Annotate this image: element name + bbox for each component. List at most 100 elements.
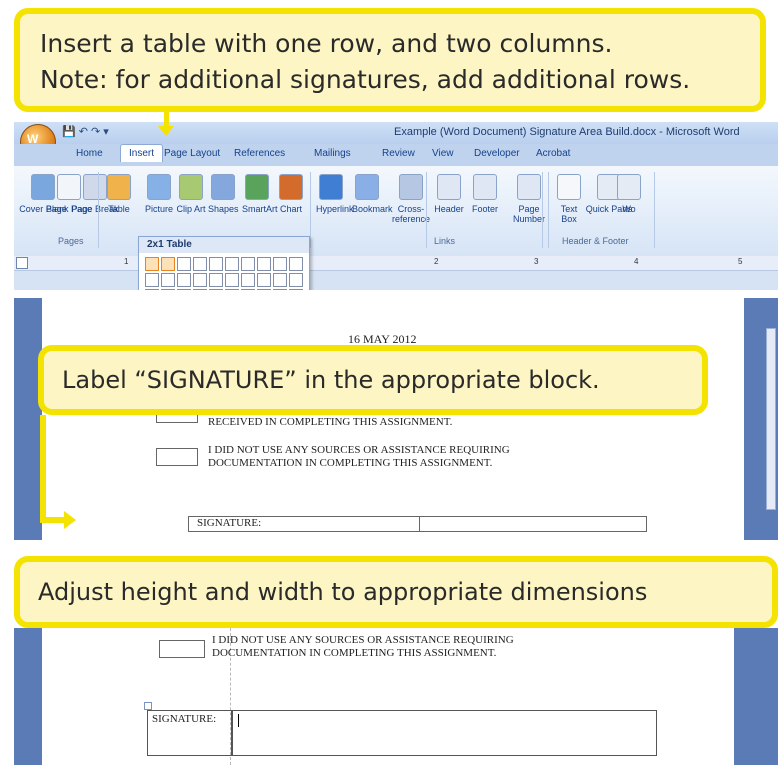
checkbox-no-sources[interactable] xyxy=(159,640,205,658)
table-grid-cell[interactable] xyxy=(257,289,271,290)
table-grid-cell[interactable] xyxy=(161,273,175,287)
table-move-handle-icon[interactable] xyxy=(144,702,152,710)
callout-line-2: Note: for additional signatures, add add… xyxy=(40,65,691,94)
table-icon xyxy=(107,174,131,200)
table-grid-cell[interactable] xyxy=(225,257,239,271)
smartart-button[interactable]: SmartArt xyxy=(242,174,278,214)
header-button[interactable]: Header xyxy=(434,174,464,214)
vertical-scrollbar[interactable] xyxy=(766,328,776,510)
quick-access-toolbar[interactable]: 💾 ↶ ↷ ▾ xyxy=(62,125,109,138)
table-grid-cell[interactable] xyxy=(225,273,239,287)
tab-review[interactable]: Review xyxy=(382,148,415,159)
signature-label: SIGNATURE: xyxy=(197,517,262,529)
ribbon-button-label: Picture xyxy=(144,204,173,214)
tab-page-layout[interactable]: Page Layout xyxy=(164,148,220,159)
table-grid-cell[interactable] xyxy=(209,257,223,271)
table-grid-cell[interactable] xyxy=(289,257,303,271)
ribbon-separator xyxy=(548,172,549,248)
ribbon-button-label: Cross-reference xyxy=(391,204,431,224)
hyperlink-button[interactable]: Hyperlink xyxy=(316,174,354,214)
signature-blank-cell[interactable] xyxy=(231,710,657,756)
no-sources-statement: I DID NOT USE ANY SOURCES OR ASSISTANCE … xyxy=(212,634,514,659)
tab-view[interactable]: View xyxy=(432,148,454,159)
signature-label-cell[interactable]: SIGNATURE: xyxy=(147,710,233,756)
table-grid-cell[interactable] xyxy=(161,257,175,271)
table-grid-cell[interactable] xyxy=(273,289,287,290)
ribbon-button-label: Clip Art xyxy=(176,204,206,214)
arrow-head-icon xyxy=(64,511,76,529)
left-margin-area xyxy=(14,628,42,765)
table-grid-cell[interactable] xyxy=(241,257,255,271)
ribbon-button-label: SmartArt xyxy=(242,204,278,214)
callout-line-1: Insert a table with one row, and two col… xyxy=(40,29,613,58)
signature-label-cell[interactable]: SIGNATURE: xyxy=(188,516,420,532)
shapes-button[interactable]: Shapes xyxy=(208,174,239,214)
shapes-icon xyxy=(211,174,235,200)
table-grid-cell[interactable] xyxy=(241,273,255,287)
table-button[interactable]: Table xyxy=(104,174,134,214)
tab-selector-icon[interactable] xyxy=(16,257,28,269)
table-grid-cell[interactable] xyxy=(177,289,191,290)
table-grid-cell[interactable] xyxy=(289,289,303,290)
tab-developer[interactable]: Developer xyxy=(474,148,520,159)
page-number-icon xyxy=(517,174,541,200)
table-grid-cell[interactable] xyxy=(257,273,271,287)
tab-acrobat[interactable]: Acrobat xyxy=(536,148,570,159)
table-grid-cell[interactable] xyxy=(241,289,255,290)
footer-button[interactable]: Footer xyxy=(470,174,500,214)
table-grid-cell[interactable] xyxy=(161,289,175,290)
bookmark-button[interactable]: Bookmark xyxy=(352,174,393,214)
signature-label: SIGNATURE: xyxy=(152,713,217,725)
signature-blank-cell[interactable] xyxy=(419,516,647,532)
table-dropdown-header: 2x1 Table xyxy=(139,237,309,253)
table-grid-cell[interactable] xyxy=(209,273,223,287)
ribbon-button-label: Footer xyxy=(471,204,498,214)
clip-art-icon xyxy=(179,174,203,200)
table-grid-cell[interactable] xyxy=(145,273,159,287)
ribbon-separator xyxy=(98,172,99,248)
tab-mailings[interactable]: Mailings xyxy=(314,148,351,159)
table-grid-cell[interactable] xyxy=(193,289,207,290)
table-grid-cell[interactable] xyxy=(225,289,239,290)
table-grid-cell[interactable] xyxy=(145,289,159,290)
ribbon-button-label: Shapes xyxy=(208,204,239,214)
ribbon-button-label: Text Box xyxy=(560,204,578,224)
table-grid-cell[interactable] xyxy=(273,273,287,287)
tab-insert[interactable]: Insert xyxy=(120,144,164,162)
ribbon-separator xyxy=(542,172,543,248)
table-grid-cell[interactable] xyxy=(193,273,207,287)
document-view-adjusted-table: I DID NOT USE ANY SOURCES OR ASSISTANCE … xyxy=(14,628,778,765)
word-window: 💾 ↶ ↷ ▾ Example (Word Document) Signatur… xyxy=(14,122,778,290)
ribbon-separator xyxy=(654,172,655,248)
table-grid-cell[interactable] xyxy=(209,289,223,290)
table-grid-cell[interactable] xyxy=(273,257,287,271)
table-grid-cell[interactable] xyxy=(177,257,191,271)
checkbox-no-sources[interactable] xyxy=(156,448,198,466)
insert-table-dropdown: 2x1 Table xyxy=(138,236,310,290)
right-margin-area xyxy=(734,628,778,765)
instruction-callout-label-signature: Label “SIGNATURE” in the appropriate blo… xyxy=(38,345,708,415)
table-grid-cell[interactable] xyxy=(145,257,159,271)
tab-references[interactable]: References xyxy=(234,148,285,159)
wo-button[interactable]: Wo xyxy=(614,174,644,214)
clip-art-button[interactable]: Clip Art xyxy=(176,174,206,214)
page-number-button[interactable]: Page Number xyxy=(504,174,554,224)
ruler-number: 4 xyxy=(634,257,639,266)
header-icon xyxy=(437,174,461,200)
table-grid-cell[interactable] xyxy=(193,257,207,271)
text-box-button[interactable]: Text Box xyxy=(554,174,584,224)
instruction-callout-insert-table: Insert a table with one row, and two col… xyxy=(14,8,766,112)
picture-button[interactable]: Picture xyxy=(144,174,174,214)
chart-button[interactable]: Chart xyxy=(276,174,306,214)
table-grid-cell[interactable] xyxy=(177,273,191,287)
ribbon-button-label: Page Number xyxy=(512,204,545,224)
footer-icon xyxy=(473,174,497,200)
document-view-signature-label: 16 MAY 2012 RECEIVED IN COMPLETING THIS … xyxy=(14,298,778,540)
table-grid-cell[interactable] xyxy=(257,257,271,271)
arrow-head-icon xyxy=(158,126,174,136)
instruction-callout-adjust-dimensions: Adjust height and width to appropriate d… xyxy=(14,556,778,628)
hyperlink-icon xyxy=(319,174,343,200)
tab-home[interactable]: Home xyxy=(76,148,103,159)
cross-reference-button[interactable]: Cross-reference xyxy=(386,174,436,224)
table-grid-cell[interactable] xyxy=(289,273,303,287)
